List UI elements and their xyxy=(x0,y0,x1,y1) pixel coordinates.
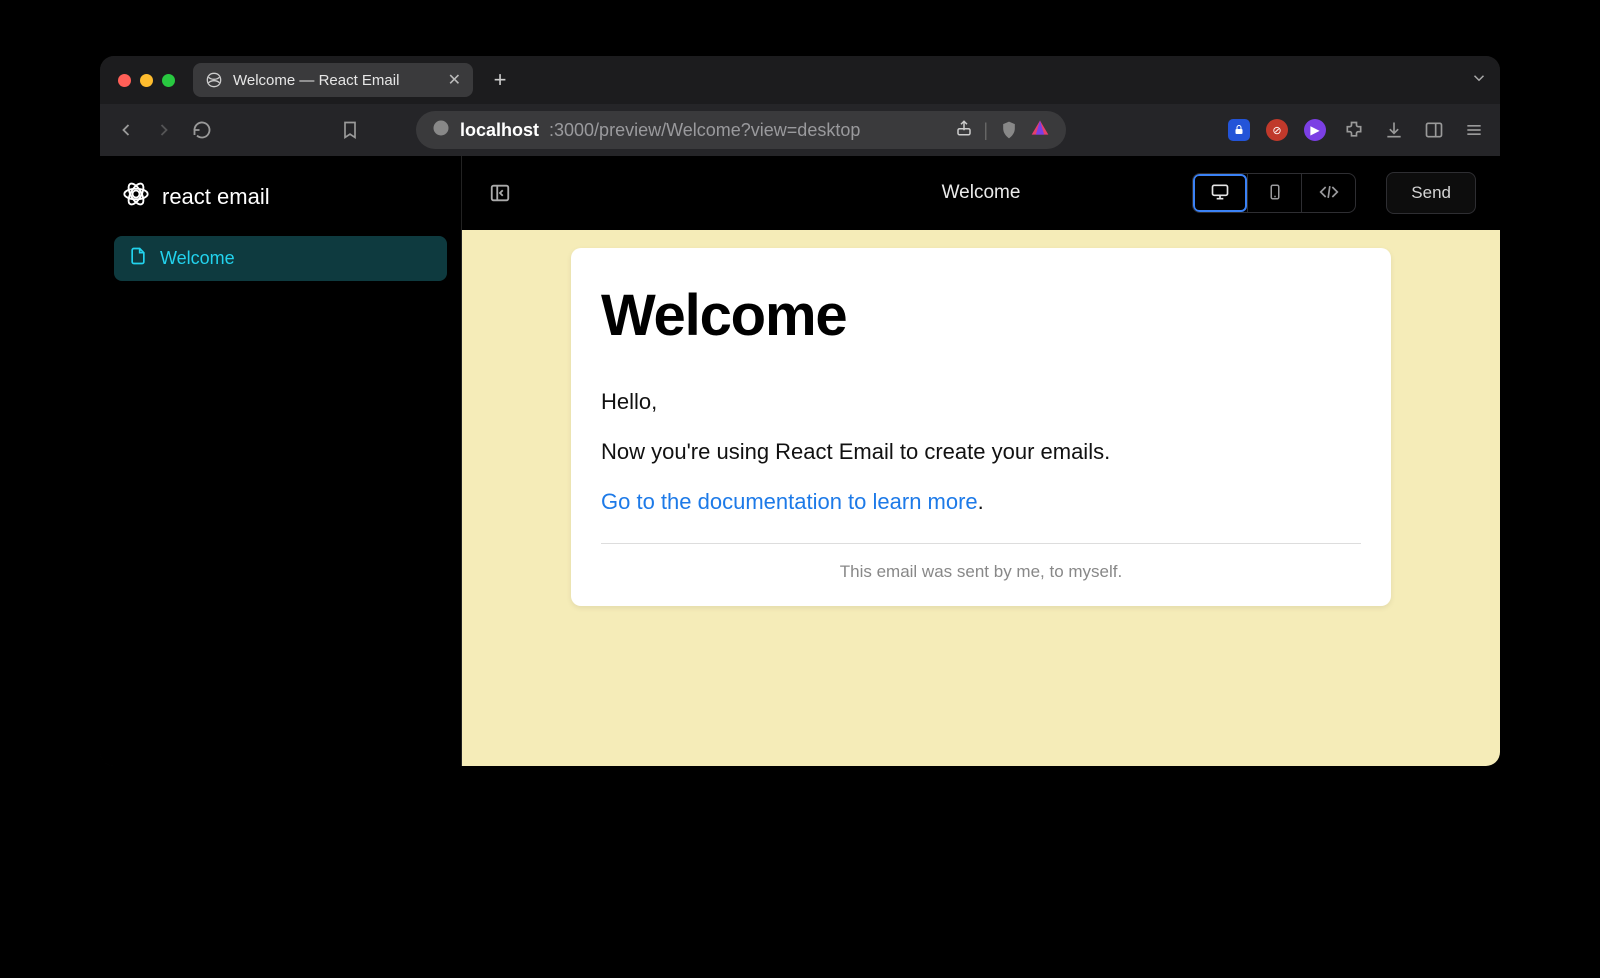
email-heading: Welcome xyxy=(601,282,1361,349)
address-bar[interactable]: localhost :3000/preview/Welcome?view=desk… xyxy=(416,111,1066,149)
brave-shields-icon[interactable] xyxy=(998,119,1020,141)
site-info-icon[interactable] xyxy=(432,119,450,142)
file-icon xyxy=(128,246,148,271)
view-toggle xyxy=(1192,173,1356,213)
brave-rewards-icon[interactable] xyxy=(1030,118,1050,143)
email-link-line: Go to the documentation to learn more. xyxy=(601,489,1361,515)
view-desktop-button[interactable] xyxy=(1193,174,1247,212)
close-window-button[interactable] xyxy=(118,74,131,87)
new-tab-button[interactable]: + xyxy=(485,65,515,95)
email-footer: This email was sent by me, to myself. xyxy=(601,562,1361,582)
browser-toolbar: localhost :3000/preview/Welcome?view=desk… xyxy=(100,104,1500,156)
email-divider xyxy=(601,543,1361,544)
url-host: localhost xyxy=(460,120,539,141)
extension-icon-2[interactable]: ⊘ xyxy=(1266,119,1288,141)
tab-title: Welcome — React Email xyxy=(233,72,399,89)
bookmark-button[interactable] xyxy=(338,118,362,142)
sidebar-item-label: Welcome xyxy=(160,248,235,269)
main: Welcome xyxy=(462,156,1500,766)
desktop-icon xyxy=(1210,182,1230,205)
email-link-suffix: . xyxy=(978,489,984,514)
extension-icon-1[interactable] xyxy=(1228,119,1250,141)
toolbar-right: ⊘ ▶ xyxy=(1228,118,1486,142)
close-tab-button[interactable]: ✕ xyxy=(448,70,461,90)
browser-window: Welcome — React Email ✕ + localhost :3000… xyxy=(100,56,1500,766)
sidepanel-button[interactable] xyxy=(1422,118,1446,142)
reload-button[interactable] xyxy=(190,118,214,142)
brand-logo-icon xyxy=(122,180,150,214)
email-doc-link[interactable]: Go to the documentation to learn more xyxy=(601,489,978,514)
browser-tab[interactable]: Welcome — React Email ✕ xyxy=(193,63,473,97)
sidebar-item-welcome[interactable]: Welcome xyxy=(114,236,447,281)
share-button[interactable] xyxy=(955,119,973,142)
nav-forward-button[interactable] xyxy=(152,118,176,142)
mobile-icon xyxy=(1266,183,1284,204)
downloads-button[interactable] xyxy=(1382,118,1406,142)
email-greeting: Hello, xyxy=(601,389,1361,415)
url-path: :3000/preview/Welcome?view=desktop xyxy=(549,120,860,141)
maximize-window-button[interactable] xyxy=(162,74,175,87)
view-mobile-button[interactable] xyxy=(1247,174,1301,212)
email-body: Now you're using React Email to create y… xyxy=(601,439,1361,465)
app-menu-button[interactable] xyxy=(1462,118,1486,142)
email-preview-frame: Welcome Hello, Now you're using React Em… xyxy=(462,230,1500,766)
extension-icon-3[interactable]: ▶ xyxy=(1304,119,1326,141)
window-controls xyxy=(118,74,175,87)
preview-header: Welcome xyxy=(462,156,1500,230)
collapse-sidebar-button[interactable] xyxy=(486,179,514,207)
code-icon xyxy=(1319,182,1339,205)
sidebar: react email Welcome xyxy=(100,156,462,766)
brand-label: react email xyxy=(162,184,270,210)
email-card: Welcome Hello, Now you're using React Em… xyxy=(571,248,1391,606)
tab-strip: Welcome — React Email ✕ + xyxy=(100,56,1500,104)
send-button[interactable]: Send xyxy=(1386,172,1476,214)
extensions-button[interactable] xyxy=(1342,118,1366,142)
nav-back-button[interactable] xyxy=(114,118,138,142)
tab-list-button[interactable] xyxy=(1470,69,1488,92)
minimize-window-button[interactable] xyxy=(140,74,153,87)
view-source-button[interactable] xyxy=(1301,174,1355,212)
preview-title: Welcome xyxy=(942,182,1021,204)
app-root: react email Welcome Welcome xyxy=(100,156,1500,766)
tab-favicon xyxy=(205,71,223,89)
toolbar-divider: | xyxy=(983,120,988,141)
brand[interactable]: react email xyxy=(114,174,447,236)
